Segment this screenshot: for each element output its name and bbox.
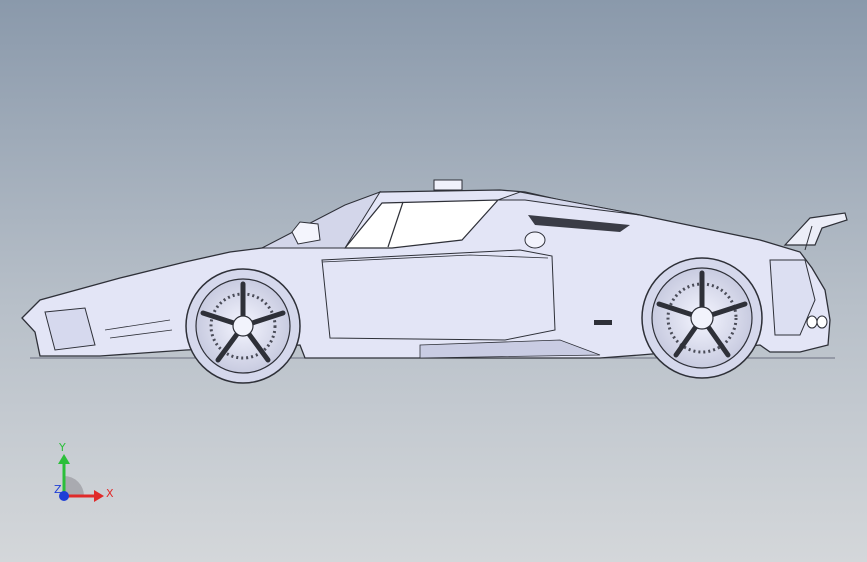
rear-wing [783,212,848,246]
exhaust-left [806,315,818,329]
y-axis-arrow-icon [58,454,70,464]
front-wheel[interactable] [185,268,301,384]
fuel-cap [524,231,546,249]
axis-triad[interactable]: Y X Z [48,440,118,510]
exhaust-right [816,315,828,329]
x-axis-arrow-icon [94,490,104,502]
z-axis-label: Z [54,483,62,496]
roof-scoop [433,179,463,191]
rear-wheel[interactable] [641,257,763,379]
side-mirror[interactable] [291,221,321,245]
side-badge [594,320,612,325]
x-axis-label: X [106,487,114,500]
y-axis-label: Y [58,441,66,454]
graphics-viewport[interactable]: Y X Z [0,0,867,562]
car-model[interactable] [0,0,867,562]
